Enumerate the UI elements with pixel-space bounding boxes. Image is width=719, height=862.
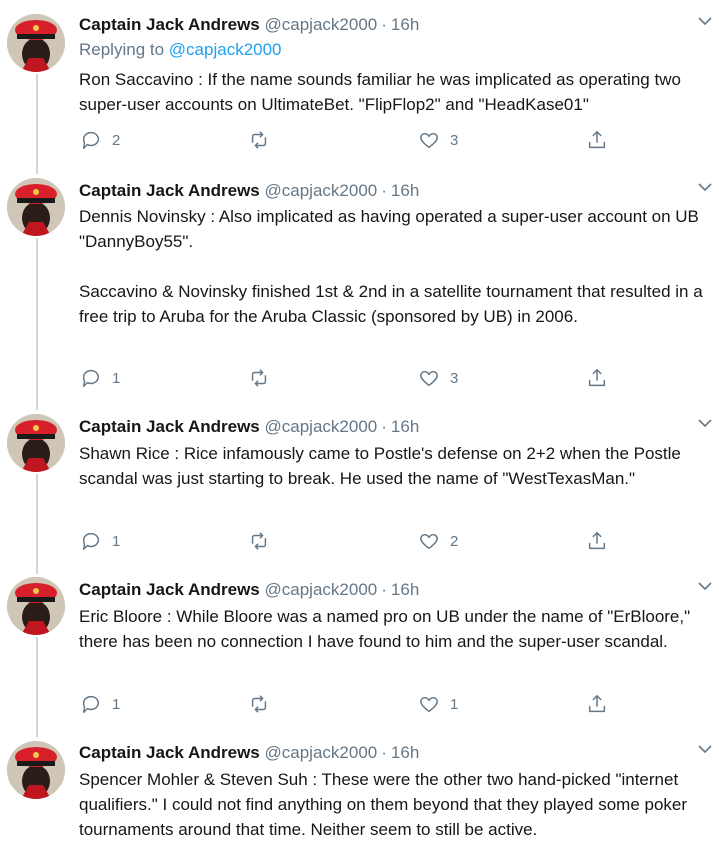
tweet-text: Dennis Novinsky : Also implicated as hav…	[79, 207, 703, 326]
heart-icon	[420, 696, 438, 713]
tweet-text: Ron Saccavino : If the name sounds famil…	[79, 70, 681, 114]
avatar[interactable]	[7, 14, 65, 72]
separator-dot: ·	[381, 15, 387, 34]
reply-count: 1	[112, 532, 121, 550]
separator-dot: ·	[381, 417, 387, 436]
share-icon	[588, 369, 606, 387]
avatar-image	[7, 414, 65, 472]
avatar-image	[7, 178, 65, 236]
like-count: 1	[450, 695, 459, 713]
reply-icon	[82, 369, 100, 387]
like-button[interactable]: 3	[418, 128, 458, 152]
tweet-actions: 1 1	[80, 692, 620, 716]
like-count: 3	[450, 131, 459, 149]
user-handle[interactable]: @capjack2000	[265, 417, 378, 436]
timestamp[interactable]: 16h	[391, 417, 419, 436]
tweet[interactable]: Captain Jack Andrews @capjack2000 · 16h Sp…	[0, 727, 719, 862]
reply-button[interactable]: 1	[80, 529, 120, 553]
avatar[interactable]	[7, 414, 65, 472]
avatar-image	[7, 577, 65, 635]
share-icon	[588, 532, 606, 550]
replying-to: Replying to @capjack2000	[79, 38, 282, 62]
reply-count: 1	[112, 695, 121, 713]
share-icon	[588, 131, 606, 149]
reply-button[interactable]: 2	[80, 128, 120, 152]
avatar[interactable]	[7, 741, 65, 799]
replying-to-link[interactable]: @capjack2000	[169, 40, 282, 59]
tweet[interactable]: Captain Jack Andrews @capjack2000 · 16h De…	[0, 164, 719, 400]
share-button[interactable]	[586, 128, 608, 152]
like-count: 3	[450, 369, 459, 387]
like-count: 2	[450, 532, 459, 550]
user-handle[interactable]: @capjack2000	[265, 181, 378, 200]
display-name[interactable]: Captain Jack Andrews	[79, 580, 260, 599]
tweet-header: Captain Jack Andrews @capjack2000 · 16h	[79, 414, 419, 440]
chevron-down-icon[interactable]	[697, 741, 713, 757]
replying-to-label: Replying to	[79, 40, 165, 59]
tweet[interactable]: Captain Jack Andrews @capjack2000 · 16h Sh…	[0, 400, 719, 564]
chevron-down-icon[interactable]	[697, 13, 713, 29]
tweet-header: Captain Jack Andrews @capjack2000 · 16h	[79, 178, 419, 204]
tweet-text: Spencer Mohler & Steven Suh : These were…	[79, 770, 688, 839]
user-handle[interactable]: @capjack2000	[265, 580, 378, 599]
user-handle[interactable]: @capjack2000	[265, 15, 378, 34]
chevron-down-icon[interactable]	[697, 578, 713, 594]
tweet-actions: 2 3	[80, 128, 620, 152]
like-button[interactable]: 1	[418, 692, 458, 716]
avatar[interactable]	[7, 577, 65, 635]
avatar-image	[7, 741, 65, 799]
retweet-icon	[251, 369, 267, 387]
share-button[interactable]	[586, 692, 608, 716]
timestamp[interactable]: 16h	[391, 181, 419, 200]
retweet-button[interactable]	[248, 128, 280, 152]
separator-dot: ·	[381, 580, 387, 599]
share-button[interactable]	[586, 366, 608, 390]
tweet-actions: 1 2	[80, 529, 620, 553]
retweet-button[interactable]	[248, 366, 280, 390]
retweet-icon	[251, 532, 267, 550]
reply-icon	[82, 131, 100, 149]
reply-icon	[82, 532, 100, 550]
heart-icon	[420, 370, 438, 387]
separator-dot: ·	[381, 181, 387, 200]
avatar-image	[7, 14, 65, 72]
tweet-header: Captain Jack Andrews @capjack2000 · 16h	[79, 12, 419, 38]
timestamp[interactable]: 16h	[391, 743, 419, 762]
tweet-text: Eric Bloore : While Bloore was a named p…	[79, 607, 691, 651]
timestamp[interactable]: 16h	[391, 15, 419, 34]
display-name[interactable]: Captain Jack Andrews	[79, 743, 260, 762]
retweet-button[interactable]	[248, 529, 280, 553]
reply-count: 1	[112, 369, 121, 387]
display-name[interactable]: Captain Jack Andrews	[79, 417, 260, 436]
heart-icon	[420, 132, 438, 149]
separator-dot: ·	[381, 743, 387, 762]
chevron-down-icon[interactable]	[697, 179, 713, 195]
timestamp[interactable]: 16h	[391, 580, 419, 599]
tweet-actions: 1 3	[80, 366, 620, 390]
tweet-text: Shawn Rice : Rice infamously came to Pos…	[79, 444, 681, 488]
retweet-icon	[251, 131, 267, 149]
reply-icon	[82, 695, 100, 713]
display-name[interactable]: Captain Jack Andrews	[79, 181, 260, 200]
tweet-header: Captain Jack Andrews @capjack2000 · 16h	[79, 577, 419, 603]
reply-count: 2	[112, 131, 121, 149]
tweet-header: Captain Jack Andrews @capjack2000 · 16h	[79, 740, 419, 766]
like-button[interactable]: 2	[418, 529, 458, 553]
avatar[interactable]	[7, 178, 65, 236]
display-name[interactable]: Captain Jack Andrews	[79, 15, 260, 34]
retweet-icon	[251, 695, 267, 713]
tweet[interactable]: Captain Jack Andrews @capjack2000 · 16h Er…	[0, 564, 719, 727]
user-handle[interactable]: @capjack2000	[265, 743, 378, 762]
reply-button[interactable]: 1	[80, 366, 120, 390]
chevron-down-icon[interactable]	[697, 415, 713, 431]
share-icon	[588, 695, 606, 713]
tweet[interactable]: Captain Jack Andrews @capjack2000 · 16h Re…	[0, 0, 719, 164]
reply-button[interactable]: 1	[80, 692, 120, 716]
retweet-button[interactable]	[248, 692, 280, 716]
heart-icon	[420, 533, 438, 550]
like-button[interactable]: 3	[418, 366, 458, 390]
share-button[interactable]	[586, 529, 608, 553]
